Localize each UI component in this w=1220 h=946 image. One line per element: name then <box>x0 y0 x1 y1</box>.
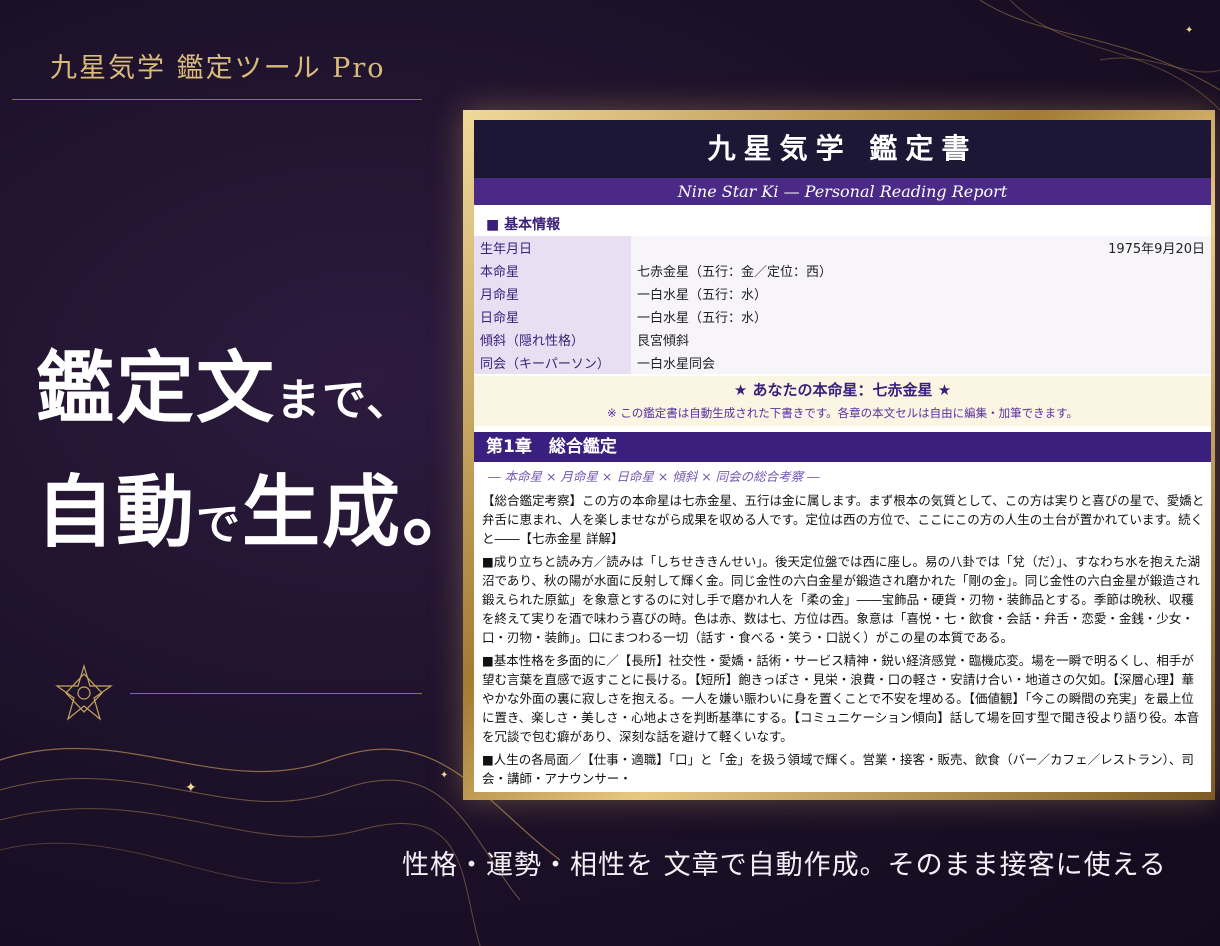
row-value[interactable]: 一白水星同会 <box>631 351 1211 374</box>
row-key: 本命星 <box>474 259 631 282</box>
basic-info-label: ■ 基本情報 <box>486 217 561 233</box>
headline-line1: 鑑定文まで、 <box>36 326 412 438</box>
row-key: 月命星 <box>474 282 631 305</box>
chapter-subheading: ― 本命星 × 月命星 × 日命星 × 傾斜 × 同会の総合考察 ― <box>488 469 820 484</box>
reading-report-document: 九星気学 鑑定書 Nine Star Ki — Personal Reading… <box>474 120 1211 792</box>
table-row: 傾斜（隠れ性格） 艮宮傾斜 <box>474 328 1211 351</box>
document-title: 九星気学 鑑定書 <box>474 120 1211 178</box>
ornament-divider <box>130 693 422 694</box>
row-value[interactable]: 七赤金星（五行：金／定位：西） <box>631 259 1211 282</box>
row-value[interactable]: 一白水星（五行：水） <box>631 282 1211 305</box>
row-value[interactable]: 艮宮傾斜 <box>631 328 1211 351</box>
row-key: 日命星 <box>474 305 631 328</box>
table-row: 同会（キーパーソン） 一白水星同会 <box>474 351 1211 374</box>
sparkle-icon: ✦ <box>440 770 449 781</box>
table-row: 本命星 七赤金星（五行：金／定位：西） <box>474 259 1211 282</box>
table-row: 日命星 一白水星（五行：水） <box>474 305 1211 328</box>
headline-word: 鑑定文 <box>36 344 277 434</box>
body-paragraph[interactable]: ■基本性格を多面的に／【長所】社交性・愛嬌・話術・サービス精神・鋭い経済感覚・臨… <box>482 651 1205 746</box>
row-key: 同会（キーパーソン） <box>474 351 631 374</box>
headline-word: 自動 <box>36 468 197 558</box>
tagline: 性格・運勢・相性を 文章で自動作成。そのまま接客に使える <box>402 850 1167 881</box>
draft-note: ※ この鑑定書は自動生成された下書きです。各章の本文セルは自由に編集・加筆できま… <box>474 404 1211 426</box>
table-row: 生年月日 1975年9月20日 <box>474 236 1211 259</box>
body-paragraph[interactable]: ■成り立ちと読み方／読みは「しちせききんせい」。後天定位盤では西に座し。易の八卦… <box>482 552 1205 647</box>
headline-particle: で <box>196 499 243 550</box>
nine-star-icon <box>55 664 113 721</box>
brand-title: 九星気学 鑑定ツール Pro <box>50 53 386 84</box>
headline-line2: 自動で生成。 <box>36 450 482 562</box>
chapter-heading: 第1章 総合鑑定 <box>474 432 1211 462</box>
body-paragraph[interactable]: ■人生の各局面／【仕事・適職】「口」と「金」を扱う領域で輝く。営業・接客・販売、… <box>482 750 1205 788</box>
document-subtitle: Nine Star Ki — Personal Reading Report <box>474 178 1211 205</box>
row-key: 傾斜（隠れ性格） <box>474 328 631 351</box>
headline-word: 生成。 <box>242 468 483 558</box>
brand-divider <box>12 99 422 100</box>
sparkle-icon: ✦ <box>1185 25 1194 36</box>
row-key: 生年月日 <box>474 236 631 259</box>
basic-info-table: 生年月日 1975年9月20日 本命星 七赤金星（五行：金／定位：西） 月命星 … <box>474 236 1211 374</box>
row-value[interactable]: 1975年9月20日 <box>631 236 1211 259</box>
row-value[interactable]: 一白水星（五行：水） <box>631 305 1211 328</box>
headline-particle: まで、 <box>276 375 413 426</box>
sparkle-icon: ✦ <box>185 780 197 796</box>
body-paragraph[interactable]: 【総合鑑定考察】この方の本命星は七赤金星、五行は金に属します。まず根本の気質とし… <box>482 491 1205 548</box>
chapter-body[interactable]: 【総合鑑定考察】この方の本命星は七赤金星、五行は金に属します。まず根本の気質とし… <box>474 491 1211 788</box>
main-star-banner: ★ あなたの本命星：七赤金星 ★ <box>474 376 1211 404</box>
table-row: 月命星 一白水星（五行：水） <box>474 282 1211 305</box>
